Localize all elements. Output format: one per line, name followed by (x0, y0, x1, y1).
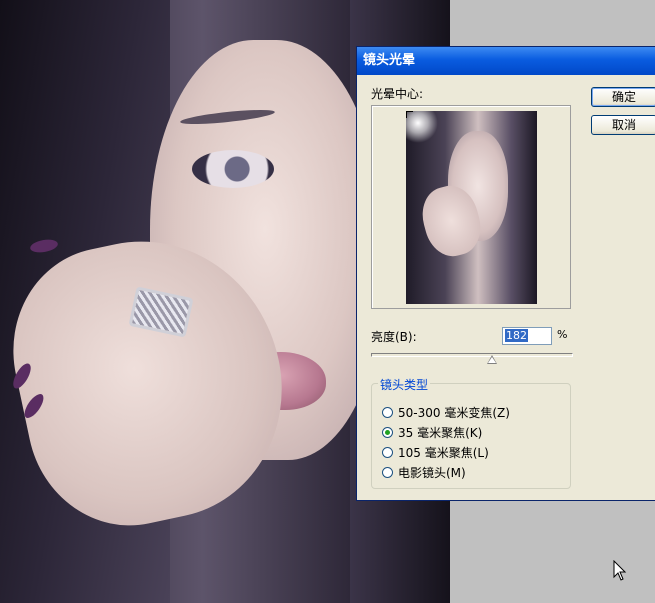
brightness-value: 182 (505, 329, 528, 342)
lens-option-105[interactable]: 105 毫米聚焦(L) (382, 444, 489, 460)
ok-button[interactable]: 确定 (591, 87, 655, 107)
brightness-slider-thumb[interactable] (487, 355, 498, 364)
preview-image[interactable] (406, 111, 537, 304)
cancel-button[interactable]: 取消 (591, 115, 655, 135)
eye (192, 150, 274, 188)
lens-option-label: 50-300 毫米变焦(Z) (398, 405, 510, 420)
radio-icon[interactable] (382, 426, 393, 438)
lens-option-movie[interactable]: 电影镜头(M) (382, 464, 466, 480)
percent-unit: % (557, 328, 568, 341)
brightness-slider[interactable] (371, 353, 573, 357)
radio-icon[interactable] (382, 466, 393, 478)
arrow-cursor-icon (613, 560, 627, 581)
lens-type-group: 镜头类型 50-300 毫米变焦(Z) 35 毫米聚焦(K) 105 毫米聚焦(… (371, 376, 571, 489)
lens-option-35[interactable]: 35 毫米聚焦(K) (382, 424, 482, 440)
flare-center-preview[interactable] (371, 105, 571, 309)
dialog-title[interactable]: 镜头光晕 (357, 47, 655, 75)
brightness-label: 亮度(B): (371, 330, 417, 344)
flare-center-label: 光晕中心: (371, 87, 424, 101)
lens-option-label: 35 毫米聚焦(K) (398, 425, 483, 440)
radio-icon[interactable] (382, 406, 393, 418)
lens-option-label: 105 毫米聚焦(L) (398, 445, 489, 460)
flare-center-marker[interactable] (406, 111, 413, 118)
lens-flare-dialog: 镜头光晕 确定 取消 光晕中心: 亮度(B): 182 % 镜头类型 50-30… (356, 46, 655, 501)
lens-type-label: 镜头类型 (378, 376, 431, 393)
radio-icon[interactable] (382, 446, 393, 458)
lens-option-50-300[interactable]: 50-300 毫米变焦(Z) (382, 404, 510, 420)
brightness-input[interactable]: 182 (502, 327, 552, 345)
lens-option-label: 电影镜头(M) (398, 465, 466, 480)
